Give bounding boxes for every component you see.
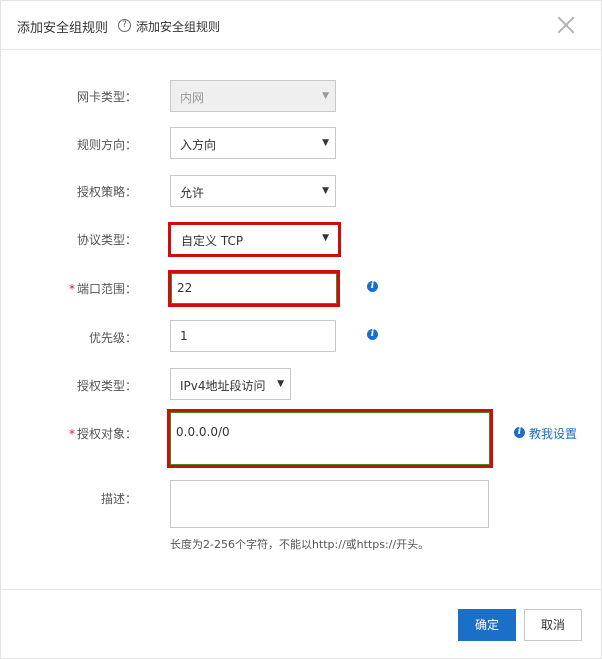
auth-object-textarea[interactable]: 0.0.0.0/0 [170, 412, 490, 465]
nic-type-label: 网卡类型： [76, 90, 137, 104]
direction-value: 入方向 [180, 138, 217, 152]
nic-type-select: 内网 ▼ [170, 80, 336, 112]
port-range-label-text: 端口范围： [76, 282, 137, 296]
dialog-title: 添加安全组规则 [17, 21, 109, 36]
policy-select[interactable]: 允许 ▼ [170, 175, 336, 207]
footer-divider [1, 589, 601, 590]
direction-label: 规则方向： [76, 138, 137, 152]
port-range-input[interactable]: 22 [171, 273, 337, 304]
auth-type-select[interactable]: IPv4地址段访问 ▼ [170, 368, 291, 400]
priority-label: 优先级： [88, 331, 137, 345]
nic-type-value: 内网 [180, 91, 205, 105]
protocol-value: 自定义 TCP [181, 234, 244, 248]
chevron-down-icon: ▼ [322, 233, 329, 243]
required-mark: * [68, 282, 75, 296]
description-textarea[interactable] [170, 480, 489, 528]
port-range-value: 22 [177, 281, 193, 295]
dialog-help-link[interactable]: 添加安全组规则 [136, 18, 220, 35]
direction-select[interactable]: 入方向 ▼ [170, 127, 336, 159]
dialog-header: 添加安全组规则 ? 添加安全组规则 [1, 1, 601, 50]
teach-me-link[interactable]: 教我设置 [529, 425, 577, 442]
auth-object-label-text: 授权对象： [76, 427, 137, 441]
protocol-label: 协议类型： [76, 233, 137, 247]
policy-value: 允许 [180, 186, 205, 200]
cancel-button[interactable]: 取消 [524, 609, 582, 641]
info-icon[interactable]: i [367, 329, 378, 340]
add-security-rule-dialog: 添加安全组规则 ? 添加安全组规则 网卡类型： 内网 ▼ 规则方向： 入方向 ▼… [0, 0, 602, 659]
auth-object-label: * 授权对象： [7, 425, 137, 442]
priority-value: 1 [180, 329, 188, 343]
close-icon[interactable] [554, 13, 578, 37]
chevron-down-icon: ▼ [322, 186, 329, 196]
chevron-down-icon: ▼ [322, 138, 329, 148]
help-icon[interactable]: ? [118, 19, 131, 32]
required-mark: * [68, 427, 75, 441]
auth-object-value: 0.0.0.0/0 [176, 425, 230, 439]
port-range-label: * 端口范围： [7, 280, 137, 297]
protocol-select[interactable]: 自定义 TCP ▼ [172, 225, 337, 254]
auth-type-value: IPv4地址段访问 [180, 379, 266, 393]
confirm-button[interactable]: 确定 [458, 609, 516, 641]
auth-type-label: 授权类型： [76, 379, 137, 393]
description-hint: 长度为2-256个字符，不能以http://或https://开头。 [170, 538, 430, 551]
description-label: 描述： [100, 492, 137, 506]
chevron-down-icon: ▼ [322, 91, 329, 101]
policy-label: 授权策略： [76, 185, 137, 199]
chevron-down-icon: ▼ [277, 379, 284, 389]
info-icon: i [514, 427, 525, 438]
info-icon[interactable]: i [367, 281, 378, 292]
priority-input[interactable]: 1 [170, 320, 336, 352]
